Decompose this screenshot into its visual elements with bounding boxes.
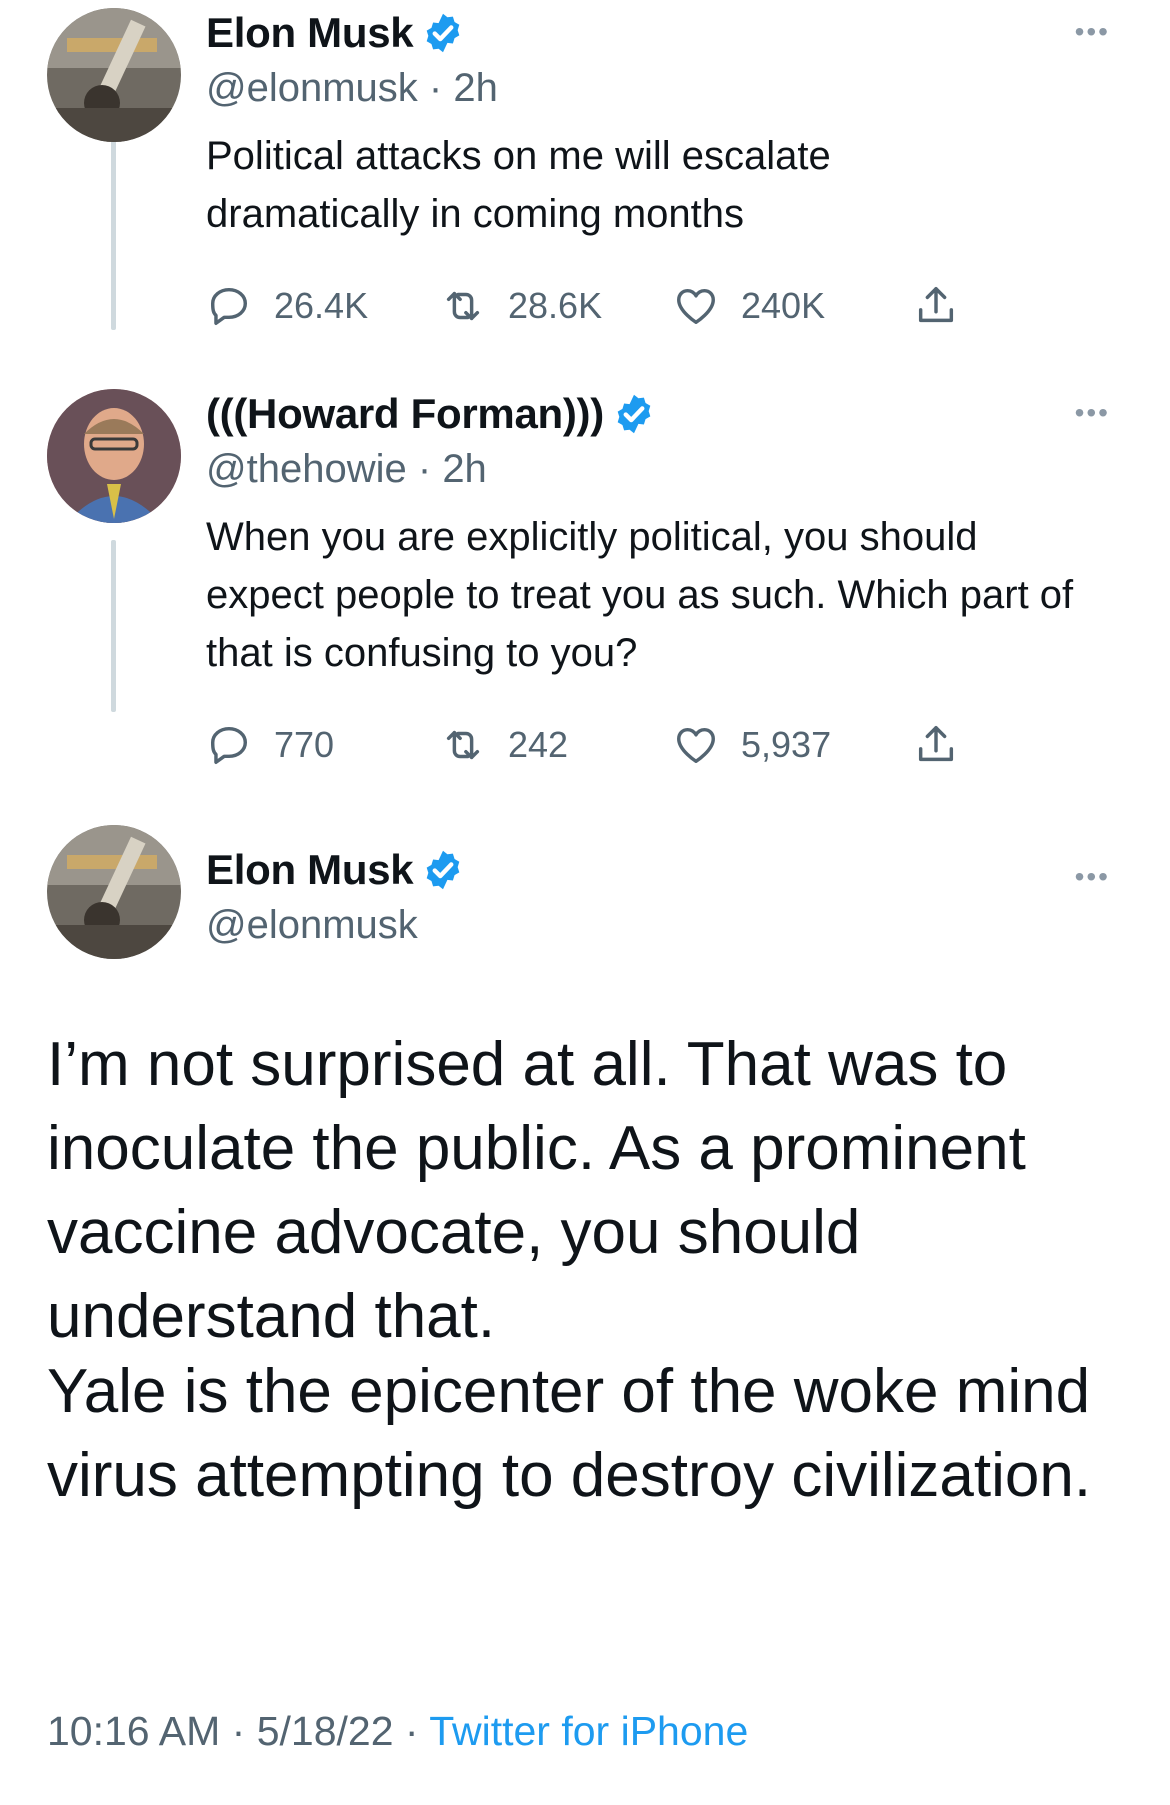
avatar[interactable]: [47, 825, 181, 959]
retweet-count: 242: [508, 724, 569, 765]
separator: ·: [417, 447, 432, 491]
share-button[interactable]: [913, 283, 981, 329]
tweet-text: When you are explicitly political, you s…: [206, 515, 1074, 675]
avatar[interactable]: [47, 389, 181, 523]
like-count: 240K: [741, 285, 826, 326]
heart-icon: [677, 288, 715, 325]
avatar-image: [47, 8, 181, 142]
tweet-date[interactable]: 5/18/22: [257, 1708, 394, 1754]
tweet-time[interactable]: 10:16 AM: [47, 1708, 220, 1754]
avatar-image: [47, 389, 181, 523]
reply-button[interactable]: 26.4K: [206, 283, 440, 329]
avatar-image: [47, 825, 181, 959]
handle[interactable]: @elonmusk: [206, 66, 418, 110]
retweet-button[interactable]: 242: [440, 722, 673, 768]
retweet-icon: [446, 291, 480, 321]
like-button[interactable]: 240K: [673, 283, 913, 329]
timestamp[interactable]: 2h: [453, 66, 498, 110]
share-icon: [918, 726, 954, 762]
reply-button[interactable]: 770: [206, 722, 440, 768]
tweet-source-link[interactable]: Twitter for iPhone: [429, 1708, 748, 1754]
display-name[interactable]: Elon Musk: [206, 846, 414, 894]
retweet-button[interactable]: 28.6K: [440, 283, 673, 329]
verified-badge-icon: [617, 394, 651, 434]
main-tweet-text-p1: I’m not surprised at all. That was to in…: [47, 1030, 1026, 1351]
handle[interactable]: @elonmusk: [206, 903, 418, 947]
thread-connector: [111, 540, 116, 712]
handle[interactable]: @thehowie: [206, 447, 407, 491]
like-count: 5,937: [741, 724, 832, 765]
share-button[interactable]: [913, 722, 981, 768]
separator: ·: [428, 66, 443, 110]
like-button[interactable]: 5,937: [673, 722, 913, 768]
separator: ·: [404, 1708, 419, 1754]
display-name[interactable]: (((Howard Forman))): [206, 390, 604, 438]
tweet-text: Political attacks on me will escalate dr…: [206, 134, 831, 236]
heart-icon: [677, 727, 715, 764]
avatar[interactable]: [47, 8, 181, 142]
reply-count: 26.4K: [274, 285, 369, 326]
main-tweet-text-p2: Yale is the epicenter of the woke mind v…: [47, 1357, 1092, 1510]
reply-bubble-icon: [210, 287, 248, 325]
retweet-count: 28.6K: [508, 285, 603, 326]
display-name[interactable]: Elon Musk: [206, 9, 414, 57]
reply-count: 770: [274, 724, 335, 765]
tweet-meta: 10:16 AM · 5/18/22 · Twitter for iPhone: [47, 1708, 748, 1755]
reply-bubble-icon: [210, 726, 248, 764]
verified-badge-icon: [427, 13, 460, 53]
retweet-icon: [446, 730, 480, 760]
separator: ·: [231, 1708, 246, 1754]
thread-connector: [111, 140, 116, 330]
share-icon: [918, 287, 954, 323]
verified-badge-icon: [427, 850, 460, 890]
timestamp[interactable]: 2h: [442, 447, 487, 491]
